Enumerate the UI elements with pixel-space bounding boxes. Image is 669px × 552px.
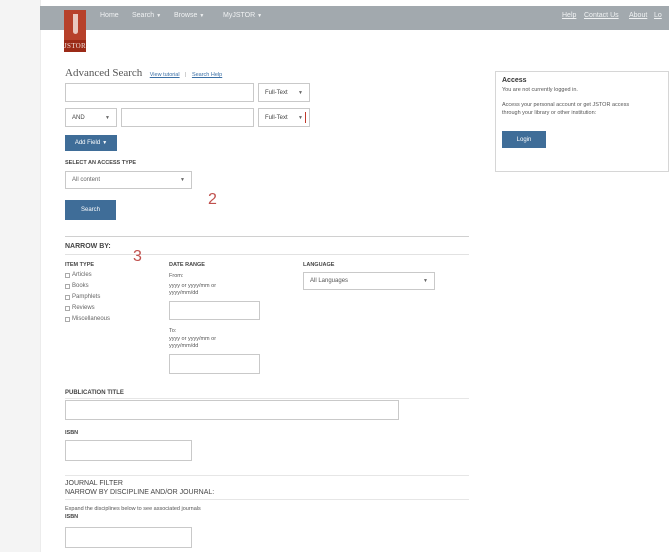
jstor-logo[interactable]: JSTOR: [64, 10, 86, 52]
checkbox[interactable]: [65, 305, 70, 311]
page-title-row: Advanced Search View tutorial | Search H…: [65, 63, 222, 81]
divider: [65, 475, 469, 476]
separator: |: [185, 72, 187, 78]
search-help-link[interactable]: Search Help: [192, 72, 222, 78]
chevron-down-icon: ▼: [156, 13, 162, 19]
view-tutorial-link[interactable]: View tutorial: [150, 72, 180, 78]
item-type-books[interactable]: Books: [65, 283, 89, 289]
annotation-3: 3: [133, 248, 142, 265]
nav-search[interactable]: Search ▼: [132, 12, 161, 19]
date-to-label: To:: [169, 328, 177, 334]
language-value: All Languages: [310, 278, 349, 284]
jstor-logo-mark: [64, 10, 86, 40]
nav-myjstor-label: MyJSTOR: [223, 12, 256, 19]
checkbox-label: Books: [72, 283, 89, 289]
divider: [65, 398, 469, 399]
chevron-down-icon: ▼: [298, 89, 303, 96]
item-type-label: ITEM TYPE: [65, 262, 95, 268]
search-term-input-2[interactable]: [121, 108, 254, 127]
nav-browse[interactable]: Browse ▼: [174, 12, 204, 19]
login-button[interactable]: Login: [502, 131, 546, 148]
access-type-label: SELECT AN ACCESS TYPE: [65, 160, 137, 166]
date-from-hint: yyyy or yyyy/mm or yyyy/mm/dd: [169, 283, 217, 296]
nav-login[interactable]: Lo: [654, 12, 662, 19]
access-status-text: You are not currently logged in.: [502, 87, 578, 93]
item-type-reviews[interactable]: Reviews: [65, 305, 95, 311]
checkbox[interactable]: [65, 283, 70, 289]
checkbox-label: Articles: [72, 272, 92, 278]
publication-title-label: PUBLICATION TITLE: [65, 390, 124, 396]
date-from-input[interactable]: [169, 301, 260, 320]
access-panel: Access You are not currently logged in. …: [495, 71, 669, 172]
checkbox-label: Pamphlets: [72, 294, 101, 300]
page-title: Advanced Search: [65, 67, 143, 79]
boolean-operator-select[interactable]: AND ▼: [65, 108, 117, 127]
publication-title-input[interactable]: [65, 400, 399, 420]
nav-about[interactable]: About: [629, 12, 647, 19]
date-from-label: From:: [169, 273, 184, 279]
nav-help[interactable]: Help: [562, 12, 576, 19]
boolean-operator-value: AND: [72, 114, 85, 121]
field-select-1[interactable]: Full-Text ▼: [258, 83, 310, 102]
narrow-by-discipline-heading: NARROW BY DISCIPLINE AND/OR JOURNAL:: [65, 489, 215, 496]
chevron-down-icon: ▼: [105, 114, 110, 121]
access-info-line-1: Access your personal account or get JSTO…: [502, 102, 630, 108]
item-type-pamphlets[interactable]: Pamphlets: [65, 294, 100, 300]
chevron-down-icon: ▼: [199, 13, 205, 19]
search-term-input-1[interactable]: [65, 83, 254, 102]
journal-filter-label: JOURNAL FILTER: [65, 480, 123, 487]
date-range-label: DATE RANGE: [169, 262, 205, 268]
field-select-2-value: Full-Text: [265, 114, 288, 121]
chevron-down-icon: ▼: [298, 114, 303, 121]
field-select-1-value: Full-Text: [265, 89, 288, 96]
chevron-down-icon: ▼: [423, 278, 428, 284]
divider: [65, 236, 469, 237]
item-type-articles[interactable]: Articles: [65, 272, 92, 278]
access-type-value: All content: [72, 177, 101, 183]
divider: [65, 254, 469, 255]
nav-search-label: Search: [132, 12, 155, 19]
nav-browse-label: Browse: [174, 12, 198, 19]
jstor-logo-text: JSTOR: [64, 42, 86, 50]
narrow-by-heading: NARROW BY:: [65, 243, 111, 250]
access-info-line-2: through your library or other institutio…: [502, 110, 597, 116]
field-select-2[interactable]: Full-Text ▼: [258, 108, 310, 127]
checkbox-label: Miscellaneous: [72, 316, 111, 322]
access-type-select[interactable]: All content ▼: [65, 171, 192, 189]
access-title: Access: [502, 77, 527, 84]
add-field-label: Add Field: [74, 140, 101, 146]
item-type-miscellaneous[interactable]: Miscellaneous: [65, 316, 110, 322]
date-to-input[interactable]: [169, 354, 260, 374]
checkbox[interactable]: [65, 294, 70, 300]
nav-contact-us[interactable]: Contact Us: [584, 12, 619, 19]
checkbox-label: Reviews: [72, 305, 95, 311]
journal-isbn-input[interactable]: [65, 527, 192, 548]
nav-home[interactable]: Home: [100, 12, 119, 19]
top-navigation-bar: Home Search ▼ Browse ▼ MyJSTOR ▼ Help Conta…: [40, 6, 669, 30]
journal-isbn-label: ISBN: [65, 514, 79, 520]
red-marker: [305, 112, 306, 123]
date-to-hint: yyyy or yyyy/mm or yyyy/mm/dd: [169, 336, 217, 349]
isbn-input[interactable]: [65, 440, 192, 461]
checkbox[interactable]: [65, 316, 70, 322]
annotation-2: 2: [208, 191, 217, 208]
chevron-down-icon: ▼: [180, 177, 185, 183]
isbn-label: ISBN: [65, 430, 79, 436]
search-button[interactable]: Search: [65, 200, 116, 220]
chevron-down-icon: ▼: [102, 140, 108, 146]
nav-myjstor[interactable]: MyJSTOR ▼: [223, 12, 262, 19]
language-select[interactable]: All Languages ▼: [303, 272, 435, 290]
divider: [65, 499, 469, 500]
chevron-down-icon: ▼: [257, 13, 263, 19]
discipline-hint: Expand the disciplines below to see asso…: [65, 506, 201, 512]
add-field-button[interactable]: Add Field ▼: [65, 135, 117, 151]
checkbox[interactable]: [65, 272, 70, 278]
language-label: LANGUAGE: [303, 262, 335, 268]
